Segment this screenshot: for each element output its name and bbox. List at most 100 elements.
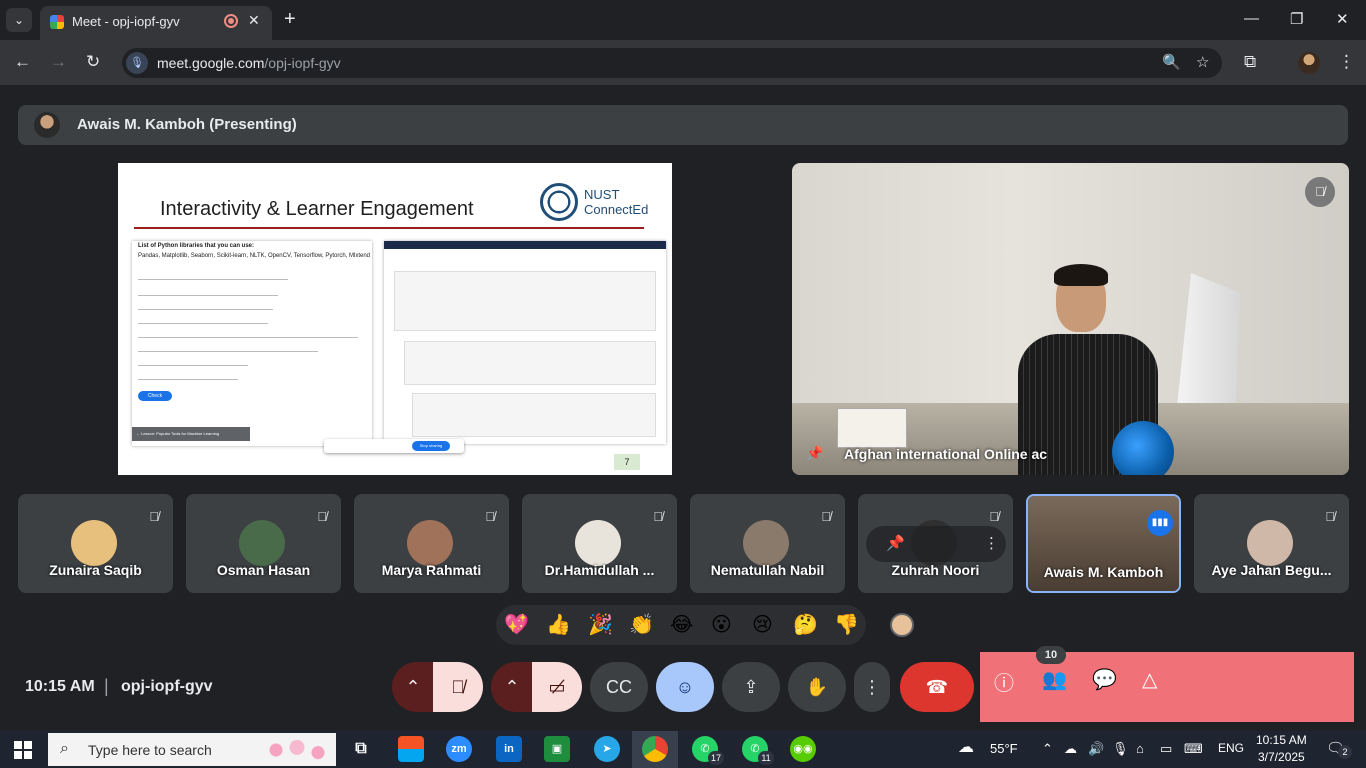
activities-icon[interactable]: △ [1142, 667, 1157, 692]
participant-tile[interactable]: ▮▮▮ Awais M. Kamboh [1026, 494, 1181, 593]
slide-text-line [138, 279, 288, 280]
linkedin-icon[interactable]: in [496, 736, 522, 762]
browser-tab[interactable]: Meet - opj-iopf-gyv ✕ [40, 6, 272, 40]
battery-icon[interactable]: ▭ [1160, 741, 1172, 757]
reaction-thumbs-down[interactable]: 👎 [834, 613, 859, 637]
whatsapp-badge: 17 [708, 751, 724, 765]
forward-arrow-icon[interactable]: → [50, 52, 67, 72]
address-bar[interactable]: 🎙 meet.google.com/opj-iopf-gyv 🔍 ☆ [122, 48, 1222, 78]
mic-in-use-icon[interactable]: 🎙 [126, 52, 148, 74]
leave-call-button[interactable]: ☎ [900, 662, 974, 712]
notification-count-badge: 2 [1338, 745, 1352, 759]
keyboard-icon[interactable]: ⌨ [1184, 741, 1203, 757]
onedrive-icon[interactable]: ☁ [1064, 741, 1077, 757]
reaction-laughing[interactable]: 😂 [670, 613, 693, 637]
reaction-thumbs-up[interactable]: 👍 [546, 613, 571, 637]
raise-hand-button[interactable]: ✋ [788, 662, 846, 712]
task-view-icon[interactable]: ⧉ [348, 736, 374, 762]
search-icon: ⌕ [60, 740, 69, 757]
slide-page-number: 7 [614, 454, 640, 470]
duolingo-icon[interactable]: ◉◉ [790, 736, 816, 762]
participant-name: Zuhrah Noori [891, 562, 980, 578]
zoom-app-icon[interactable]: zm [446, 736, 472, 762]
participant-tile[interactable]: 🎙̸ Aye Jahan Begu... [1194, 494, 1349, 593]
featured-participant-video[interactable]: 🎙̸ 📌 Afghan international Online ac [792, 163, 1349, 475]
participant-tile[interactable]: 🎙̸ 📌 ⋮ Zuhrah Noori [858, 494, 1013, 593]
speaker-hair [1054, 264, 1108, 286]
zoom-icon[interactable]: 🔍 [1162, 53, 1181, 71]
taskbar-clock-time[interactable]: 10:15 AM [1256, 733, 1307, 747]
microphone-off-button[interactable]: 🎙̸ [433, 662, 483, 712]
tab-close-icon[interactable]: ✕ [248, 12, 260, 29]
present-screen-button[interactable]: ⇪ [722, 662, 780, 712]
minimize-button[interactable]: — [1244, 10, 1259, 27]
slide-divider [134, 227, 644, 229]
windows-start-icon[interactable] [14, 741, 32, 759]
globe-image [1112, 421, 1174, 475]
avatar [239, 520, 285, 566]
camera-off-button[interactable]: ▭̸ [532, 662, 582, 712]
slide-text-line [138, 295, 278, 296]
chat-icon[interactable]: 💬 [1092, 667, 1117, 692]
slide-left-panel: List of Python libraries that you can us… [132, 241, 372, 446]
reaction-party-popper[interactable]: 🎉 [588, 613, 613, 637]
reaction-sparkling-heart[interactable]: 💖 [504, 613, 529, 637]
url-path: /opj-iopf-gyv [264, 55, 341, 71]
extensions-puzzle-icon[interactable]: ⧉ [1244, 52, 1256, 72]
participant-tile[interactable]: 🎙̸ Nematullah Nabil [690, 494, 845, 593]
participant-tile[interactable]: 🎙̸ Marya Rahmati [354, 494, 509, 593]
volume-icon[interactable]: 🔊 [1088, 741, 1104, 757]
slide-text-line [138, 379, 238, 380]
google-classroom-icon[interactable]: ▣ [544, 736, 570, 762]
new-tab-button[interactable]: + [284, 8, 296, 31]
emoji-reactions-button[interactable]: ☺ [656, 662, 714, 712]
slide-right-panel [384, 241, 666, 444]
logo-line-1: NUST [584, 187, 620, 202]
weather-icon[interactable]: ☁ [958, 737, 974, 757]
more-options-icon[interactable]: ⋮ [984, 534, 999, 552]
people-icon[interactable]: 👥 [1042, 667, 1067, 692]
restore-button[interactable]: ❐ [1290, 10, 1303, 28]
taskbar-search-input[interactable]: ⌕ Type here to search [48, 733, 336, 766]
pin-icon[interactable]: 📌 [806, 445, 823, 462]
reaction-clapping[interactable]: 👏 [629, 613, 654, 637]
participant-tile[interactable]: 🎙̸ Osman Hasan [186, 494, 341, 593]
browser-menu-icon[interactable]: ⋮ [1338, 52, 1355, 72]
reaction-thinking[interactable]: 🤔 [793, 613, 818, 637]
url-host: meet.google.com [157, 55, 265, 71]
back-arrow-icon[interactable]: ← [14, 52, 31, 72]
url-text[interactable]: meet.google.com/opj-iopf-gyv [157, 55, 341, 71]
tab-search-chevron-icon[interactable]: ⌄ [6, 8, 32, 32]
weather-temperature[interactable]: 55°F [990, 741, 1018, 756]
skin-tone-selector[interactable] [890, 613, 914, 637]
mic-off-icon: 🎙̸ [485, 509, 495, 524]
microsoft-store-icon[interactable] [398, 736, 424, 762]
show-hidden-icons-icon[interactable]: ⌃ [1042, 741, 1053, 757]
more-options-button[interactable]: ⋮ [854, 662, 890, 712]
reaction-surprised[interactable]: 😮 [711, 613, 732, 637]
participant-strip: 🎙̸ Zunaira Saqib 🎙̸ Osman Hasan 🎙̸ Marya… [18, 494, 1366, 593]
network-icon[interactable]: ⌂ [1136, 741, 1144, 756]
captions-button[interactable]: CC [590, 662, 648, 712]
video-options-chevron-icon[interactable]: ⌃ [491, 662, 533, 712]
audio-options-chevron-icon[interactable]: ⌃ [392, 662, 434, 712]
participant-tile[interactable]: 🎙̸ Dr.Hamidullah ... [522, 494, 677, 593]
shared-screen[interactable]: Interactivity & Learner Engagement NUST C… [118, 163, 672, 475]
slide-text-line [138, 351, 318, 352]
slide-text-line [138, 323, 268, 324]
language-indicator[interactable]: ENG [1218, 741, 1244, 755]
pin-icon[interactable]: 📌 [886, 534, 905, 552]
meeting-details-icon[interactable]: ⓘ [994, 667, 1014, 696]
reload-icon[interactable]: ↻ [86, 52, 100, 72]
close-window-button[interactable]: ✕ [1336, 10, 1349, 28]
taskbar-clock-date[interactable]: 3/7/2025 [1258, 750, 1305, 764]
reaction-crying[interactable]: 😢 [752, 613, 773, 637]
profile-avatar[interactable] [1298, 52, 1320, 74]
participant-name: Aye Jahan Begu... [1211, 562, 1332, 578]
participant-tile[interactable]: 🎙̸ Zunaira Saqib [18, 494, 173, 593]
nust-logo-text: NUST ConnectEd [584, 187, 648, 217]
telegram-icon[interactable]: ➤ [594, 736, 620, 762]
bookmark-star-icon[interactable]: ☆ [1196, 53, 1209, 71]
chrome-icon[interactable] [642, 736, 668, 762]
microphone-icon[interactable]: 🎙 [1112, 741, 1129, 757]
